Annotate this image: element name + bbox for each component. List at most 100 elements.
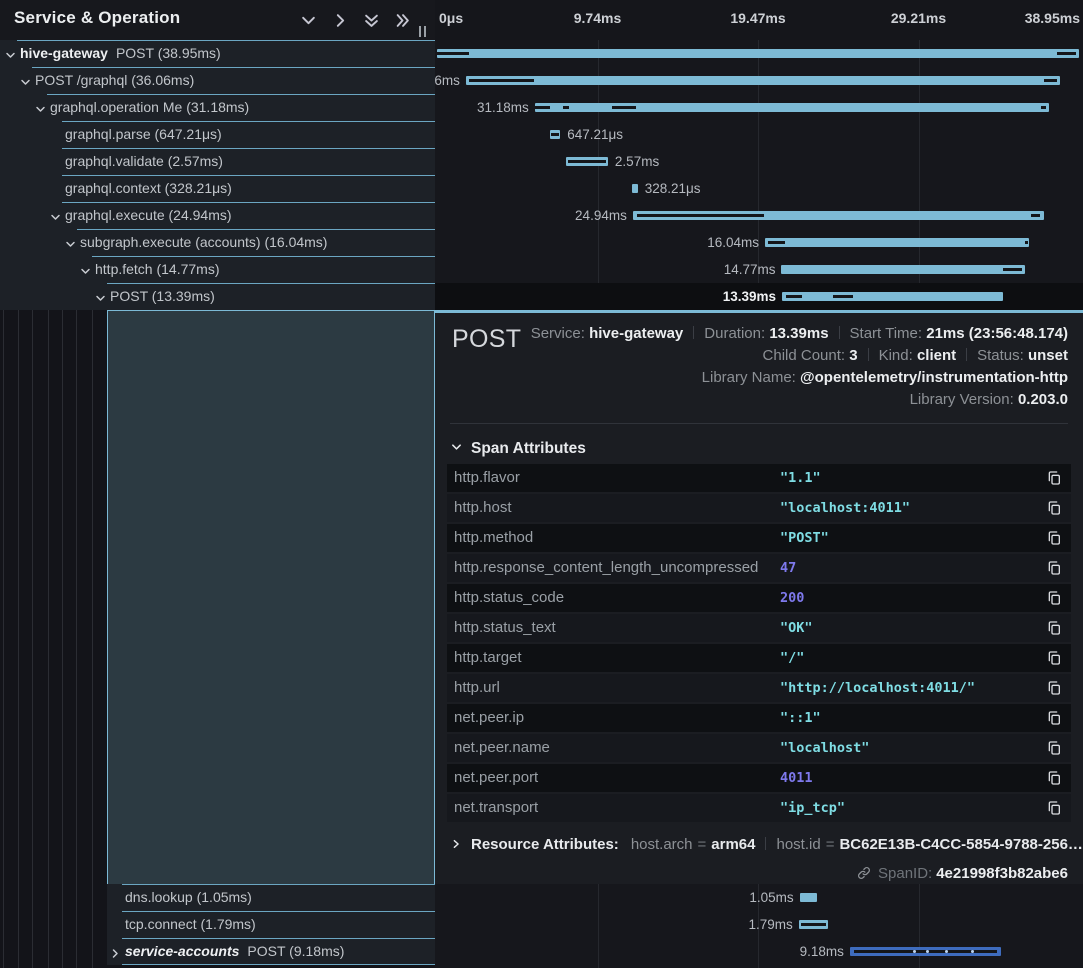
service-name: service-accounts — [125, 943, 239, 959]
span-name-label: graphql.parse (647.21μs) — [65, 121, 222, 148]
attribute-row: http.url"http://localhost:4011/" — [447, 674, 1071, 702]
collapse-all-icon[interactable] — [364, 13, 379, 28]
equals-sign: = — [693, 836, 712, 853]
timeline-row[interactable]: 13.39ms — [435, 283, 1083, 310]
timeline-axis: 0μs9.74ms19.47ms29.21ms38.95ms — [435, 0, 1083, 40]
axis-tick: 9.74ms — [574, 10, 621, 26]
attribute-row: http.flavor"1.1" — [447, 464, 1071, 492]
copy-icon[interactable] — [1046, 650, 1062, 666]
span-detail-title: POST — [452, 325, 521, 354]
chevron-down-icon[interactable] — [50, 210, 61, 221]
span-duration-bar[interactable] — [437, 49, 1079, 58]
timeline-row[interactable] — [435, 40, 1083, 67]
timeline-panel: 0μs9.74ms19.47ms29.21ms38.95ms 36.06ms31… — [435, 0, 1083, 968]
span-tree-row[interactable]: service-accountsPOST (9.18ms) — [107, 938, 435, 965]
child-span-mark — [437, 52, 469, 55]
span-duration-bar[interactable] — [800, 893, 817, 902]
attribute-row: net.transport"ip_tcp" — [447, 794, 1071, 822]
timeline-row[interactable]: 2.57ms — [435, 148, 1083, 175]
chevron-down-icon[interactable] — [5, 48, 16, 59]
row-separator — [122, 964, 435, 965]
span-tree-row[interactable]: tcp.connect (1.79ms) — [107, 911, 435, 938]
span-tree-row[interactable]: subgraph.execute (accounts) (16.04ms) — [0, 229, 435, 256]
timeline-row[interactable]: 31.18ms — [435, 94, 1083, 121]
chevron-down-icon[interactable] — [20, 75, 31, 86]
child-span-mark — [637, 214, 764, 217]
span-duration-bar[interactable] — [632, 184, 637, 193]
span-tree-row[interactable]: graphql.execute (24.94ms) — [0, 202, 435, 229]
span-tree-row[interactable]: graphql.operation Me (31.18ms) — [0, 94, 435, 121]
axis-tick: 19.47ms — [730, 10, 785, 26]
span-tree-row[interactable]: POST /graphql (36.06ms) — [0, 67, 435, 94]
column-resize-handle[interactable] — [419, 24, 429, 36]
timeline-row[interactable]: 328.21μs — [435, 175, 1083, 202]
timeline-row[interactable]: 1.79ms — [435, 911, 1083, 938]
copy-icon[interactable] — [1046, 620, 1062, 636]
timeline-row[interactable]: 14.77ms — [435, 256, 1083, 283]
timeline-row[interactable]: 36.06ms — [435, 67, 1083, 94]
span-tree-row[interactable]: graphql.parse (647.21μs) — [0, 121, 435, 148]
meta-line: Library Name: @opentelemetry/instrumenta… — [531, 367, 1068, 389]
span-name-label: dns.lookup (1.05ms) — [125, 884, 252, 911]
child-span-mark — [1044, 79, 1057, 82]
attribute-key: http.host — [454, 494, 512, 522]
span-tree-row[interactable]: POST (13.39ms) — [0, 283, 435, 310]
meta-value: 0.203.0 — [1018, 391, 1068, 408]
copy-icon[interactable] — [1046, 680, 1062, 696]
span-tree-row[interactable]: hive-gatewayPOST (38.95ms) — [0, 40, 435, 67]
link-icon[interactable] — [857, 866, 871, 880]
bar-duration-label: 24.94ms — [575, 202, 627, 229]
span-name-label: POST /graphql (36.06ms) — [35, 67, 194, 94]
resource-attributes-line[interactable]: Resource Attributes:host.arch=arm64host.… — [451, 836, 1083, 853]
chevron-down-icon[interactable] — [80, 264, 91, 275]
copy-icon[interactable] — [1046, 530, 1062, 546]
timeline-row[interactable]: 16.04ms — [435, 229, 1083, 256]
expand-one-icon[interactable] — [333, 13, 348, 28]
span-attributes-header[interactable]: Span Attributes — [451, 440, 586, 458]
attribute-key: http.flavor — [454, 464, 520, 492]
span-name-label: tcp.connect (1.79ms) — [125, 911, 256, 938]
meta-label: Library Version: — [910, 391, 1018, 408]
span-duration-bar[interactable] — [466, 76, 1060, 85]
span-duration-bar[interactable] — [782, 292, 1003, 301]
attribute-value: "http://localhost:4011/" — [780, 674, 975, 702]
meta-value: 3 — [849, 347, 857, 364]
span-id-line: SpanID:4e21998f3b82abe6 — [857, 865, 1068, 882]
span-tree-row[interactable]: dns.lookup (1.05ms) — [107, 884, 435, 911]
copy-icon[interactable] — [1046, 800, 1062, 816]
attribute-value: "ip_tcp" — [780, 794, 845, 822]
copy-icon[interactable] — [1046, 500, 1062, 516]
span-tree-row[interactable]: graphql.validate (2.57ms) — [0, 148, 435, 175]
chevron-right-icon[interactable] — [110, 946, 121, 957]
meta-value: hive-gateway — [589, 325, 683, 342]
copy-icon[interactable] — [1046, 560, 1062, 576]
chevron-down-icon[interactable] — [35, 102, 46, 113]
expand-all-icon[interactable] — [395, 13, 410, 28]
timeline-row[interactable]: 647.21μs — [435, 121, 1083, 148]
span-duration-bar[interactable] — [781, 265, 1024, 274]
span-tree-row[interactable]: graphql.context (328.21μs) — [0, 175, 435, 202]
timeline-row[interactable]: 9.18ms — [435, 938, 1083, 965]
service-name: hive-gateway — [20, 45, 108, 61]
meta-line: Service: hive-gatewayDuration: 13.39msSt… — [531, 323, 1068, 345]
chevron-down-icon[interactable] — [65, 237, 76, 248]
meta-value: @opentelemetry/instrumentation-http — [800, 369, 1068, 386]
copy-icon[interactable] — [1046, 470, 1062, 486]
axis-tick: 0μs — [439, 10, 463, 26]
copy-icon[interactable] — [1046, 710, 1062, 726]
span-detail-panel: POST Service: hive-gatewayDuration: 13.3… — [435, 310, 1083, 884]
bar-duration-label: 16.04ms — [707, 229, 759, 256]
divider — [839, 326, 840, 339]
chevron-down-icon[interactable] — [95, 291, 106, 302]
copy-icon[interactable] — [1046, 770, 1062, 786]
attribute-key: http.status_text — [454, 614, 556, 642]
collapse-one-icon[interactable] — [301, 13, 316, 28]
span-duration-bar[interactable] — [765, 238, 1029, 247]
bar-duration-label: 9.18ms — [800, 938, 844, 965]
copy-icon[interactable] — [1046, 740, 1062, 756]
attribute-value: 4011 — [780, 764, 813, 792]
timeline-row[interactable]: 24.94ms — [435, 202, 1083, 229]
span-tree-row[interactable]: http.fetch (14.77ms) — [0, 256, 435, 283]
copy-icon[interactable] — [1046, 590, 1062, 606]
timeline-row[interactable]: 1.05ms — [435, 884, 1083, 911]
